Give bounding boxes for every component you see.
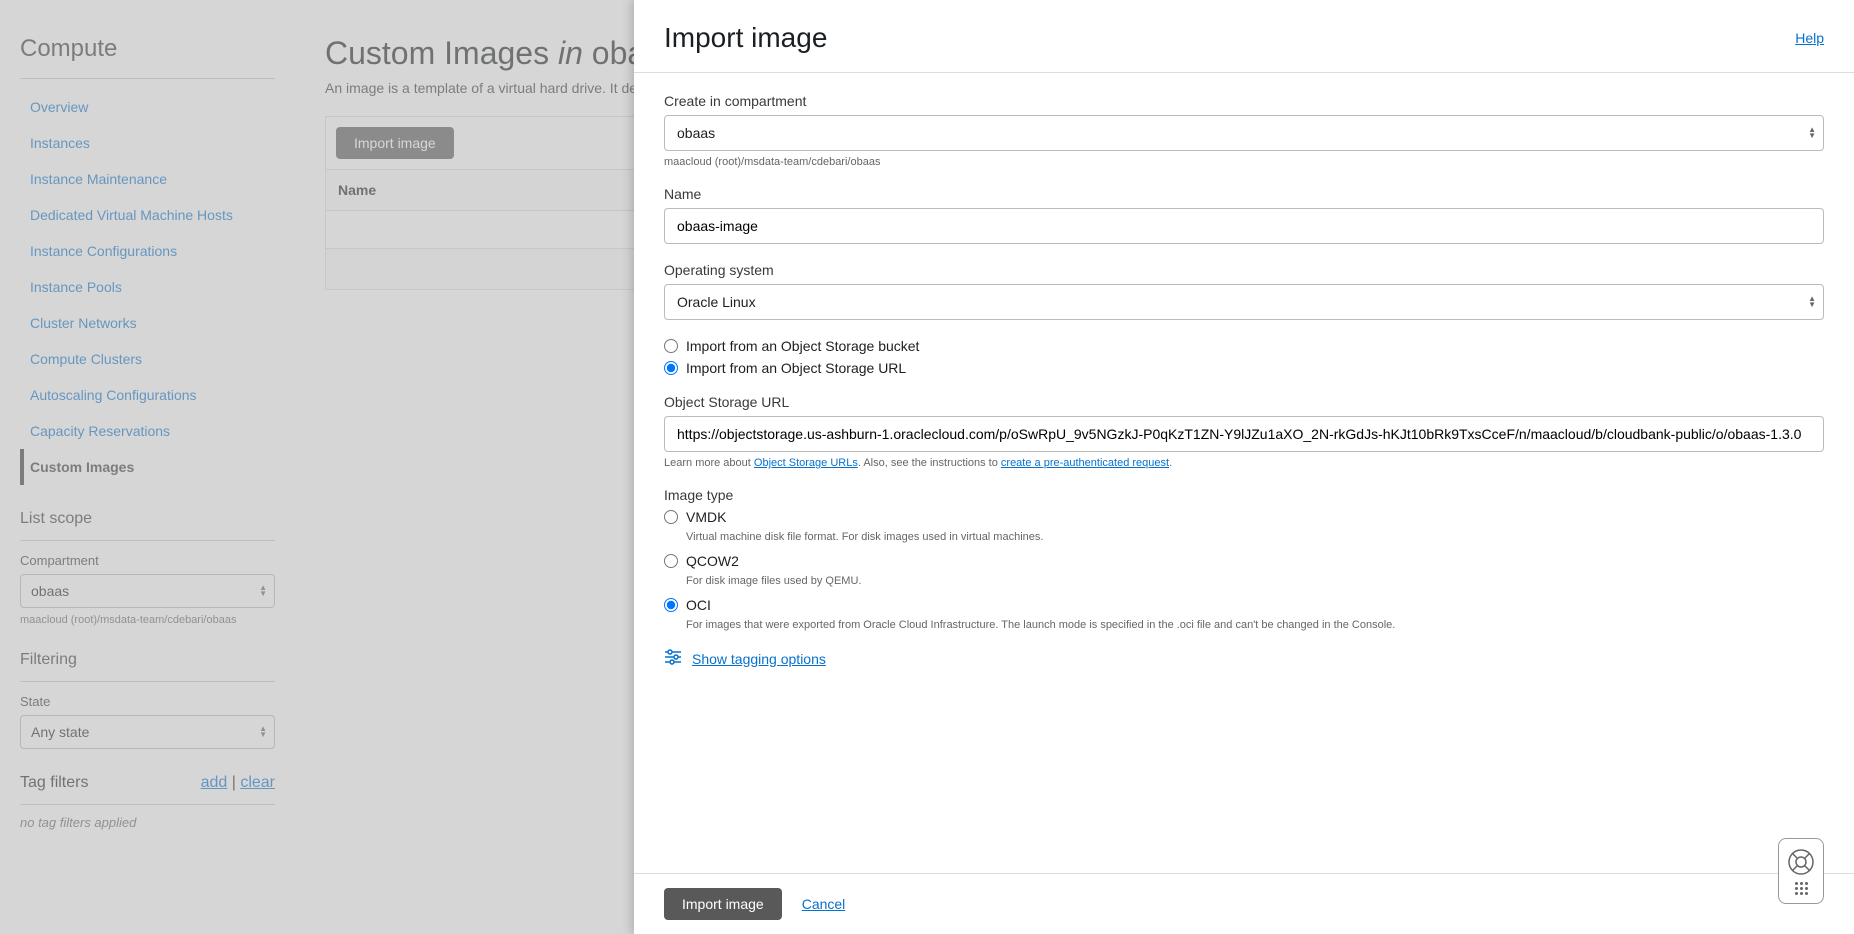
help-link[interactable]: Help [1795,30,1824,46]
compartment-label: Create in compartment [664,93,1824,109]
oci-label: OCI [686,597,711,613]
import-submit-button[interactable]: Import image [664,888,782,920]
source-url-radio[interactable]: Import from an Object Storage URL [664,360,1824,376]
qcow2-desc: For disk image files used by QEMU. [686,575,1824,587]
os-label: Operating system [664,262,1824,278]
drawer-header: Import image Help [634,0,1854,73]
url-input[interactable] [664,416,1824,452]
cancel-link[interactable]: Cancel [802,896,846,912]
drawer-footer: Import image Cancel [634,873,1854,934]
show-tagging-link[interactable]: Show tagging options [692,651,826,667]
tagging-row: Show tagging options [664,649,1824,668]
source-url-input[interactable] [664,361,678,375]
lifebuoy-icon [1787,848,1815,876]
compartment-select[interactable]: obaas ▲▼ [664,115,1824,151]
oci-desc: For images that were exported from Oracl… [686,619,1824,631]
object-storage-urls-link[interactable]: Object Storage URLs [754,457,858,469]
sliders-icon [664,649,682,668]
vmdk-desc: Virtual machine disk file format. For di… [686,531,1824,543]
source-url-label: Import from an Object Storage URL [686,360,906,376]
drawer-body: Create in compartment obaas ▲▼ maacloud … [634,73,1854,873]
name-input[interactable] [664,208,1824,244]
support-fab[interactable] [1778,838,1824,904]
image-type-vmdk-radio[interactable]: VMDK [664,509,1824,525]
grid-dots-icon [1795,882,1808,895]
drawer-title: Import image [664,22,827,54]
source-bucket-input[interactable] [664,339,678,353]
source-bucket-label: Import from an Object Storage bucket [686,338,919,354]
source-bucket-radio[interactable]: Import from an Object Storage bucket [664,338,1824,354]
url-label: Object Storage URL [664,394,1824,410]
vmdk-label: VMDK [686,509,726,525]
os-select[interactable]: Oracle Linux ▲▼ [664,284,1824,320]
image-type-qcow2-radio[interactable]: QCOW2 [664,553,1824,569]
oci-input[interactable] [664,598,678,612]
vmdk-input[interactable] [664,510,678,524]
os-value[interactable]: Oracle Linux [664,284,1824,320]
image-type-label: Image type [664,487,1824,503]
url-hint: Learn more about Object Storage URLs. Al… [664,457,1824,469]
preauth-request-link[interactable]: create a pre-authenticated request [1001,457,1169,469]
image-type-oci-radio[interactable]: OCI [664,597,1824,613]
name-label: Name [664,186,1824,202]
qcow2-label: QCOW2 [686,553,739,569]
compartment-value[interactable]: obaas [664,115,1824,151]
compartment-breadcrumb: maacloud (root)/msdata-team/cdebari/obaa… [664,156,1824,168]
qcow2-input[interactable] [664,554,678,568]
import-image-drawer: Import image Help Create in compartment … [634,0,1854,934]
